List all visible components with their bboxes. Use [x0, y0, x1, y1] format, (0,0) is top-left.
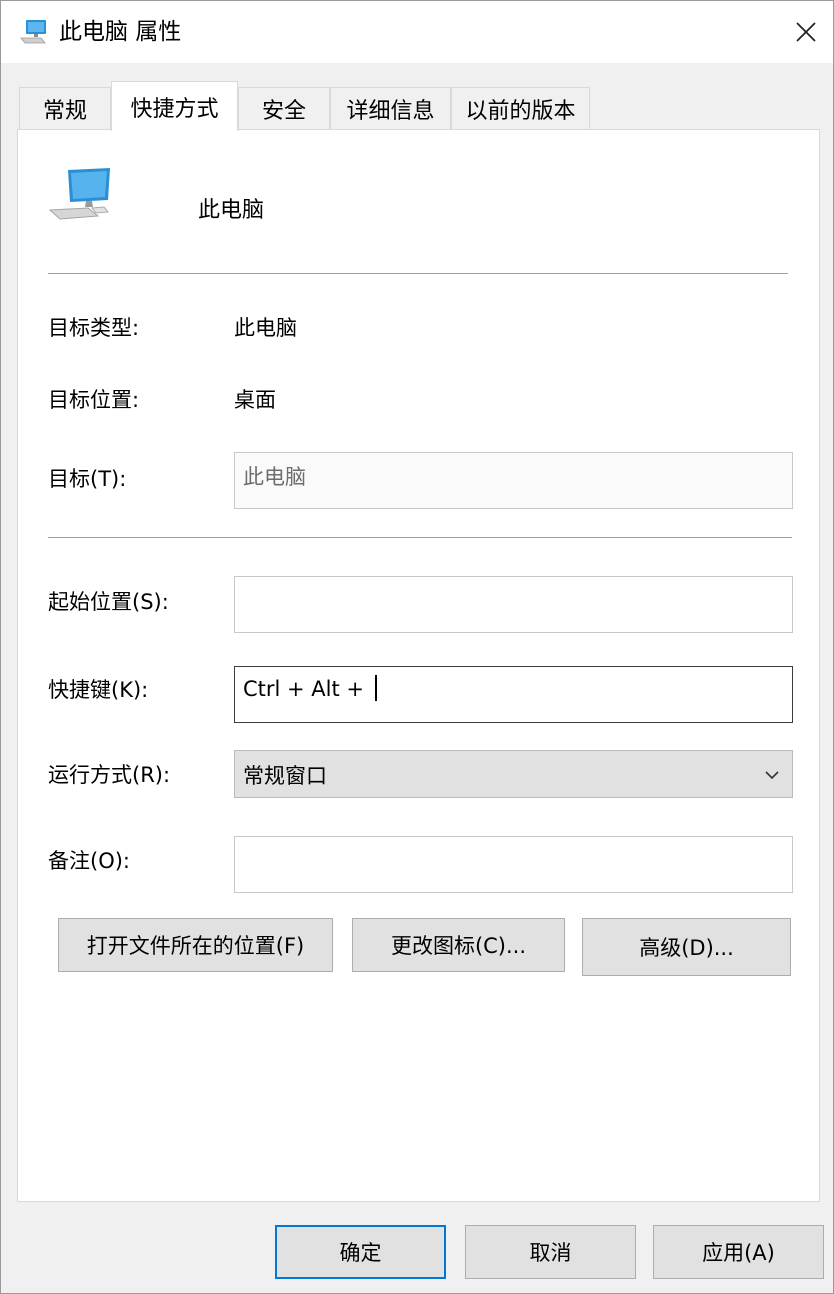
comment-field[interactable]: [234, 836, 793, 893]
start-in-field[interactable]: [234, 576, 793, 633]
target-label: 目标(T):: [48, 467, 127, 491]
run-label: 运行方式(R):: [48, 763, 171, 787]
computer-icon: [20, 20, 46, 44]
run-select-value: 常规窗口: [243, 764, 327, 788]
run-select[interactable]: 常规窗口: [234, 750, 793, 798]
title-bar: 此电脑 属性: [1, 1, 833, 63]
target-type-label: 目标类型:: [48, 316, 140, 340]
hotkey-value: Ctrl + Alt +: [243, 677, 371, 701]
chevron-down-icon: [765, 771, 779, 780]
shortcut-panel: 此电脑 目标类型: 此电脑 目标位置: 桌面 目标(T): 此电脑 起始位置(S…: [17, 129, 820, 1202]
text-caret: [374, 675, 377, 701]
tab-shortcut[interactable]: 快捷方式: [111, 81, 238, 131]
target-location-value: 桌面: [234, 388, 276, 412]
tab-label: 常规: [42, 98, 87, 124]
comment-label: 备注(O):: [48, 849, 130, 873]
advanced-button[interactable]: 高级(D)...: [582, 918, 791, 976]
close-button[interactable]: [781, 7, 831, 57]
change-icon-button[interactable]: 更改图标(C)...: [352, 918, 565, 972]
target-location-label: 目标位置:: [48, 388, 140, 412]
tab-label: 以前的版本: [465, 98, 576, 124]
hotkey-label: 快捷键(K):: [48, 678, 149, 702]
separator: [48, 273, 788, 274]
shortcut-name: 此电脑: [198, 198, 265, 223]
computer-icon: [48, 168, 110, 220]
tab-previous-versions[interactable]: 以前的版本: [451, 87, 590, 129]
ok-button[interactable]: 确定: [275, 1225, 446, 1279]
start-in-label: 起始位置(S):: [48, 590, 169, 614]
window-title: 此电脑 属性: [59, 19, 182, 45]
tab-general[interactable]: 常规: [19, 87, 111, 129]
tab-label: 快捷方式: [130, 96, 219, 122]
close-icon: [796, 22, 816, 42]
target-field[interactable]: 此电脑: [234, 452, 793, 509]
tab-label: 详细信息: [346, 98, 435, 124]
tab-security[interactable]: 安全: [238, 87, 330, 129]
separator: [48, 537, 792, 538]
cancel-button[interactable]: 取消: [465, 1225, 636, 1279]
apply-button[interactable]: 应用(A): [653, 1225, 824, 1279]
hotkey-field[interactable]: Ctrl + Alt +: [234, 666, 793, 723]
target-type-value: 此电脑: [234, 316, 297, 340]
open-file-location-button[interactable]: 打开文件所在的位置(F): [58, 918, 333, 972]
tab-details[interactable]: 详细信息: [330, 87, 451, 129]
properties-dialog: 此电脑 属性 常规 快捷方式 安全 详细信息 以前的版本 此电脑 目标类型: 此…: [0, 0, 834, 1294]
tab-label: 安全: [261, 98, 306, 124]
